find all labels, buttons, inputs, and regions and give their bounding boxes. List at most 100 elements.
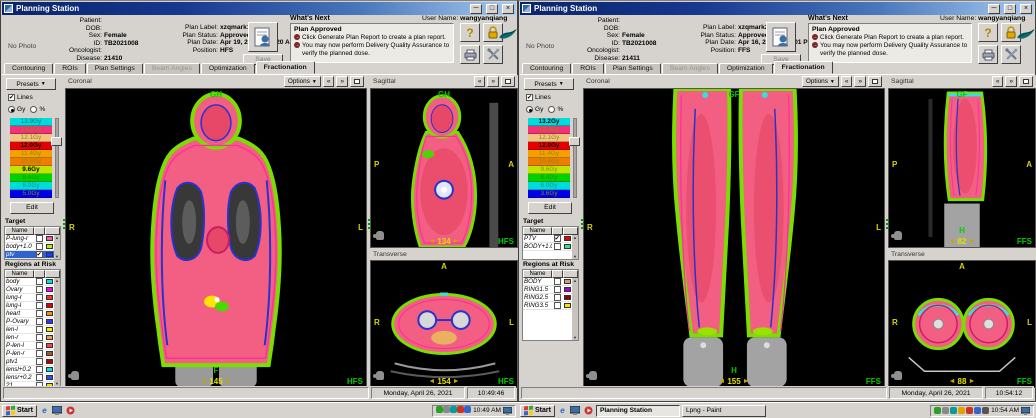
desktop-icon[interactable] (570, 405, 581, 416)
isodose-level[interactable]: 11.4Gy (10, 150, 52, 158)
roi-visibility-checkbox[interactable] (554, 302, 561, 309)
expand-view-button[interactable] (1019, 76, 1033, 87)
roi-visibility-checkbox[interactable] (36, 278, 43, 285)
region-row[interactable]: lung-l (5, 302, 54, 310)
lines-checkbox-row[interactable]: Lines (526, 94, 551, 101)
media-player-icon[interactable] (65, 405, 76, 416)
region-row[interactable]: lensr+0.2 (5, 374, 54, 382)
prev-slice-arrow[interactable]: ◄ (949, 378, 956, 385)
isodose-level[interactable]: 3.6Gy (528, 190, 570, 198)
antivirus-icon[interactable] (457, 406, 464, 413)
taskbar-task-button[interactable]: Planning Station (596, 405, 680, 417)
target-row[interactable]: PTV (523, 235, 572, 243)
lines-checkbox[interactable] (8, 94, 15, 101)
isodose-level[interactable]: 12.0Gy (528, 142, 570, 150)
isodose-level[interactable]: 12.1Gy (528, 134, 570, 142)
regions-scrollbar[interactable]: ▲▼ (572, 278, 578, 340)
roi-visibility-checkbox[interactable] (36, 374, 43, 381)
roi-visibility-checkbox[interactable] (36, 326, 43, 333)
expand-view-button[interactable] (501, 76, 515, 87)
region-row[interactable]: BODY (523, 278, 572, 286)
regions-scrollbar[interactable]: ▲▼ (54, 278, 60, 386)
roi-visibility-checkbox[interactable] (36, 366, 43, 373)
title-bar[interactable]: Planning Station ─ □ × (520, 2, 1034, 15)
display-tray-icon[interactable] (450, 406, 457, 413)
transverse-canvas[interactable]: A R L ◄154► HFS (370, 260, 518, 388)
isodose-level[interactable]: 8.4Gy (528, 174, 570, 182)
display-tray-icon[interactable] (950, 407, 957, 414)
expand-view-button[interactable] (350, 76, 364, 87)
isodose-level[interactable]: 12.1Gy (10, 134, 52, 142)
roi-visibility-checkbox[interactable] (36, 310, 43, 317)
region-row[interactable]: len-r (5, 334, 54, 342)
options-button[interactable]: Options▼ (284, 76, 321, 87)
region-row[interactable]: lensl+0.2 (5, 366, 54, 374)
target-row[interactable]: BODY+1.0 (523, 243, 572, 251)
next-slice-arrow[interactable]: ► (453, 378, 460, 385)
target-scrollbar[interactable]: ▲▼ (572, 235, 578, 259)
tab[interactable]: Fractionation (256, 61, 315, 74)
options-button[interactable]: Options▼ (802, 76, 839, 87)
presets-button[interactable]: Presets▼ (6, 78, 56, 90)
close-icon[interactable]: × (1020, 4, 1032, 14)
prev-view-button[interactable]: « (841, 76, 853, 87)
target-row[interactable]: body+1.0 (5, 243, 54, 251)
tab[interactable]: Contouring (4, 63, 53, 74)
target-row[interactable]: ptv (5, 251, 54, 259)
close-icon[interactable]: × (502, 4, 514, 14)
prev-slice-arrow[interactable]: ◄ (718, 378, 725, 385)
next-view-button[interactable]: » (487, 76, 499, 87)
tab[interactable]: Optimization (201, 63, 255, 74)
tab[interactable]: Beam Angles (144, 63, 200, 74)
region-row[interactable]: RING3.5 (523, 302, 572, 310)
minimize-icon[interactable]: ─ (470, 4, 482, 14)
coronal-canvas[interactable]: GH R L F ◄145► HFS (65, 88, 367, 388)
region-row[interactable]: P-len-r (5, 350, 54, 358)
next-slice-arrow[interactable]: ► (743, 378, 750, 385)
antivirus-icon[interactable] (966, 407, 973, 414)
help-button[interactable]: ? (978, 23, 998, 42)
isodose-level[interactable]: 5.0Gy (10, 190, 52, 198)
desktop-icon[interactable] (52, 405, 63, 416)
update-icon[interactable] (958, 407, 965, 414)
start-button[interactable]: Start (520, 405, 555, 417)
region-row[interactable]: RING2.5 (523, 294, 572, 302)
roi-visibility-checkbox[interactable] (554, 243, 561, 250)
isodose-level[interactable]: 6.0Gy (528, 182, 570, 190)
region-row[interactable]: lung-r (5, 294, 54, 302)
isodose-level[interactable]: 12.0Gy (10, 142, 52, 150)
minimize-icon[interactable]: ─ (988, 4, 1000, 14)
region-row[interactable]: body (5, 278, 54, 286)
next-view-button[interactable]: » (854, 76, 866, 87)
expand-view-button[interactable] (868, 76, 882, 87)
roi-visibility-checkbox[interactable] (36, 318, 43, 325)
display-settings-icon[interactable] (1021, 407, 1030, 415)
tab[interactable]: Fractionation (774, 61, 833, 74)
isodose-level[interactable]: 10.8Gy (10, 158, 52, 166)
target-scrollbar[interactable]: ▲▼ (54, 235, 60, 259)
roi-visibility-checkbox[interactable] (36, 294, 43, 301)
roi-visibility-checkbox[interactable] (554, 294, 561, 301)
isodose-level[interactable]: 9.6Gy (528, 166, 570, 174)
prev-view-button[interactable]: « (474, 76, 486, 87)
isodose-level[interactable]: 6.0Gy (10, 182, 52, 190)
messenger-icon[interactable] (464, 406, 471, 413)
tab[interactable]: Optimization (719, 63, 773, 74)
tab[interactable]: Plan Settings (87, 63, 143, 74)
percent-radio[interactable] (30, 106, 37, 113)
roi-visibility-checkbox[interactable] (36, 302, 43, 309)
next-view-button[interactable]: » (336, 76, 348, 87)
maximize-icon[interactable]: □ (1004, 4, 1016, 14)
region-row[interactable]: Ovary (5, 286, 54, 294)
isodose-level[interactable]: 9.6Gy (10, 166, 52, 174)
media-player-icon[interactable] (583, 405, 594, 416)
tab[interactable]: ROIs (54, 63, 85, 74)
isodose-level[interactable]: 8.4Gy (10, 174, 52, 182)
prev-slice-arrow[interactable]: ◄ (200, 378, 207, 385)
next-slice-arrow[interactable]: ► (968, 238, 975, 245)
lines-checkbox-row[interactable]: Lines (8, 94, 33, 101)
roi-visibility-checkbox[interactable] (36, 286, 43, 293)
next-slice-arrow[interactable]: ► (453, 238, 460, 245)
ie-icon[interactable]: e (39, 405, 50, 416)
isodose-level[interactable]: 13.2Gy (528, 118, 570, 126)
